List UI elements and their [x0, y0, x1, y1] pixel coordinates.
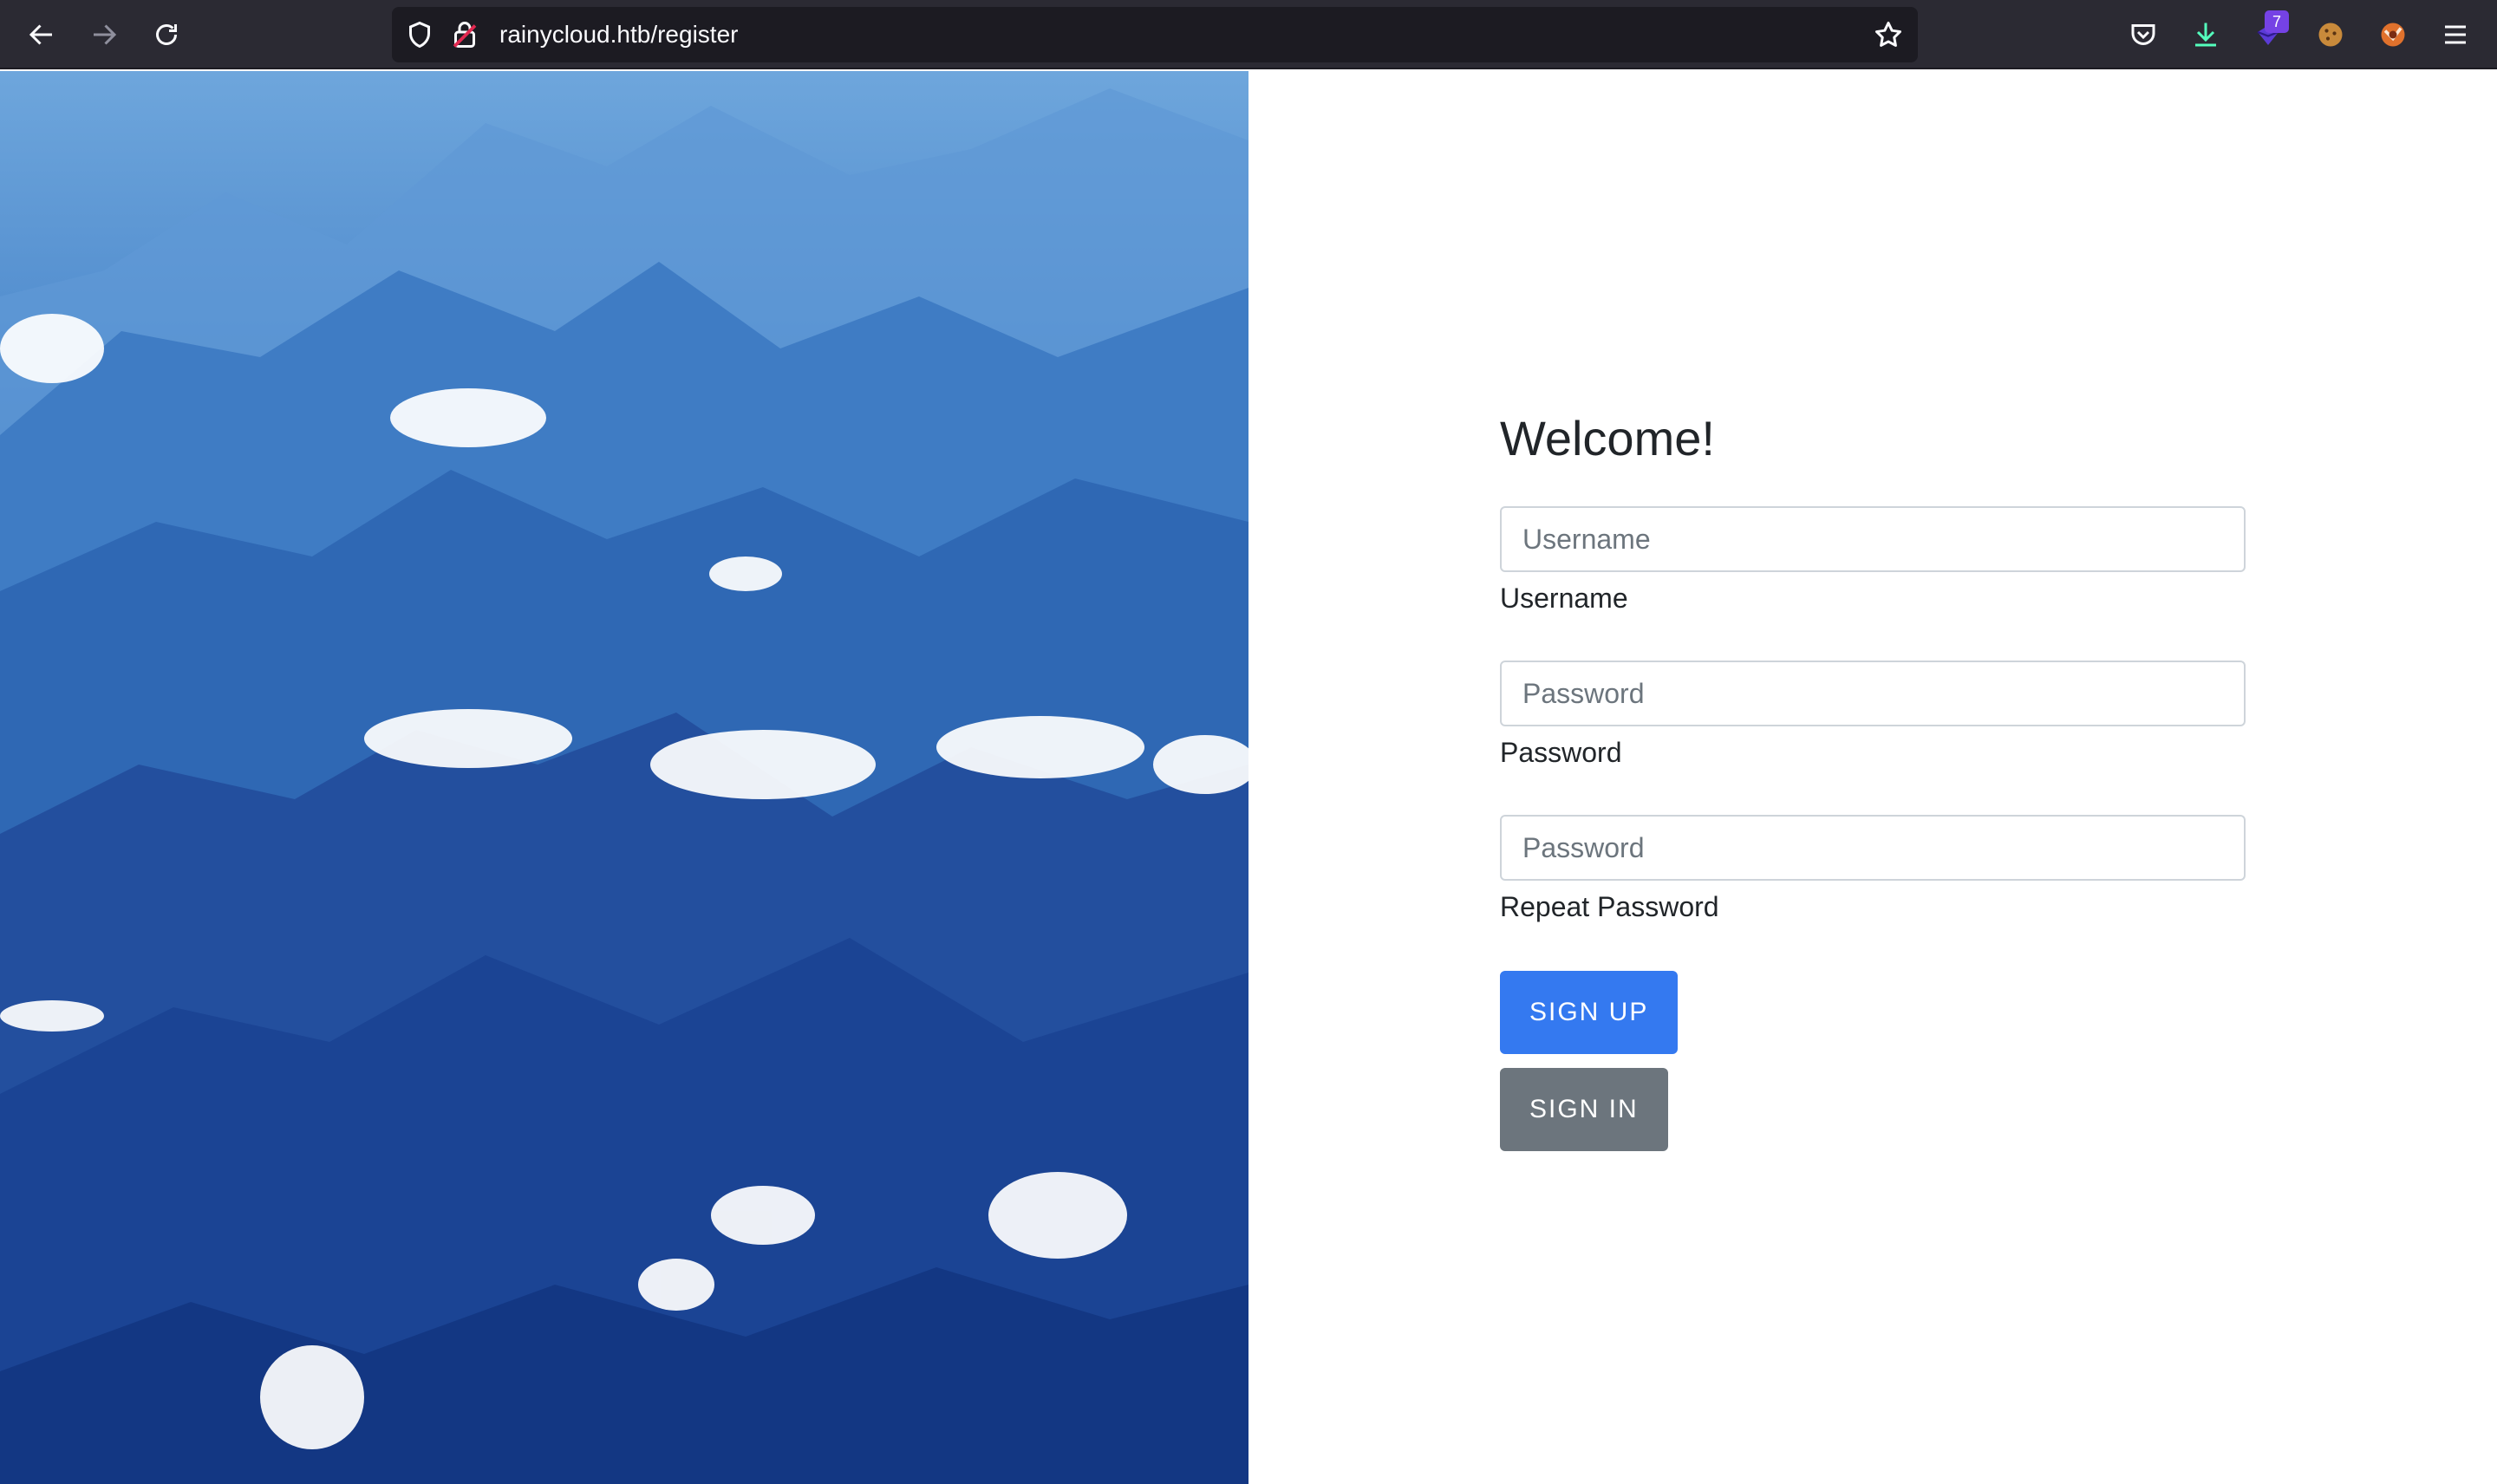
mountain-illustration — [0, 88, 1248, 1484]
forward-arrow-icon — [94, 24, 117, 45]
downloads-button[interactable] — [2181, 10, 2230, 59]
hamburger-menu-icon — [2445, 25, 2466, 44]
fox-extension-button[interactable] — [2369, 10, 2417, 59]
url-text[interactable]: rainycloud.htb/register — [499, 7, 738, 62]
sign-up-button[interactable]: SIGN UP — [1500, 971, 1679, 1054]
bookmark-star-icon[interactable] — [1873, 19, 1904, 50]
repeat-password-group: Repeat Password — [1500, 815, 2246, 924]
insecure-lock-icon[interactable] — [449, 19, 480, 50]
username-input[interactable] — [1500, 506, 2246, 572]
shield-icon[interactable] — [404, 19, 435, 50]
app-menu-button[interactable] — [2431, 10, 2480, 59]
password-input[interactable] — [1500, 661, 2246, 726]
reload-icon — [156, 24, 177, 45]
back-arrow-icon — [29, 24, 52, 45]
password-group: Password — [1500, 661, 2246, 770]
sign-in-button[interactable]: SIGN IN — [1500, 1068, 1668, 1151]
repeat-password-label: Repeat Password — [1500, 891, 1719, 922]
back-button[interactable] — [17, 10, 66, 59]
fox-extension-icon — [2381, 23, 2405, 47]
extension-badge: 7 — [2265, 10, 2289, 33]
cookie-extension-button[interactable] — [2306, 10, 2355, 59]
cookie-icon — [2318, 23, 2343, 47]
browser-toolbar: rainycloud.htb/register 7 — [0, 0, 2497, 69]
username-group: Username — [1500, 506, 2246, 615]
pocket-icon — [2131, 24, 2155, 45]
password-label: Password — [1500, 737, 1622, 768]
mountain-hero-image — [0, 71, 1248, 1484]
username-label: Username — [1500, 583, 1628, 614]
reload-button[interactable] — [142, 10, 191, 59]
download-icon — [2195, 23, 2216, 47]
address-bar[interactable]: rainycloud.htb/register — [392, 7, 1918, 62]
register-form: Welcome! Username Password Repeat Passwo… — [1500, 407, 2246, 1151]
pocket-button[interactable] — [2119, 10, 2168, 59]
forward-button[interactable] — [80, 10, 128, 59]
page-title: Welcome! — [1500, 411, 1715, 465]
repeat-password-input[interactable] — [1500, 815, 2246, 881]
